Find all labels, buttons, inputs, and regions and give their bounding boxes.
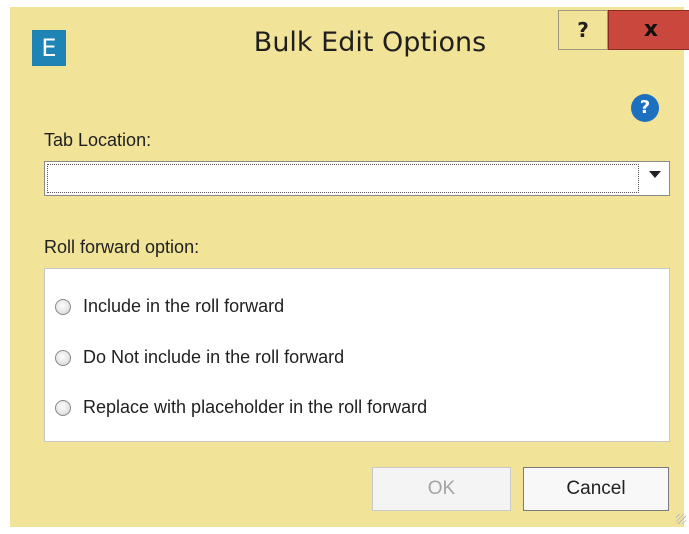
roll-forward-options-group: Include in the roll forward Do Not inclu…	[44, 268, 670, 442]
dialog-title: Bulk Edit Options	[253, 27, 487, 58]
roll-forward-option-label: Roll forward option:	[44, 237, 200, 257]
radio-include-row[interactable]: Include in the roll forward	[55, 296, 284, 317]
tab-location-value	[47, 164, 639, 193]
cancel-button[interactable]: Cancel	[523, 467, 669, 511]
radio-replace-placeholder[interactable]	[55, 399, 71, 416]
chevron-down-icon[interactable]	[649, 171, 661, 178]
app-icon: E	[32, 30, 66, 66]
radio-do-not-include[interactable]	[55, 349, 71, 366]
radio-replace-placeholder-row[interactable]: Replace with placeholder in the roll for…	[55, 397, 427, 418]
radio-replace-placeholder-label[interactable]: Replace with placeholder in the roll for…	[83, 397, 427, 418]
radio-include[interactable]	[55, 298, 71, 315]
title-help-button[interactable]: ?	[558, 10, 608, 50]
radio-do-not-include-row[interactable]: Do Not include in the roll forward	[55, 347, 344, 368]
tab-location-label: Tab Location:	[44, 130, 152, 150]
close-button[interactable]: x	[608, 10, 689, 50]
tab-location-dropdown[interactable]	[44, 161, 670, 196]
help-icon[interactable]: ?	[631, 94, 659, 122]
radio-do-not-include-label[interactable]: Do Not include in the roll forward	[83, 347, 344, 368]
resize-grip[interactable]	[676, 514, 686, 524]
ok-button[interactable]: OK	[372, 467, 511, 511]
radio-include-label[interactable]: Include in the roll forward	[83, 296, 284, 317]
title-bar: E Bulk Edit Options ? x	[10, 7, 689, 75]
bulk-edit-options-dialog: E Bulk Edit Options ? x ? Tab Location: …	[0, 0, 689, 534]
